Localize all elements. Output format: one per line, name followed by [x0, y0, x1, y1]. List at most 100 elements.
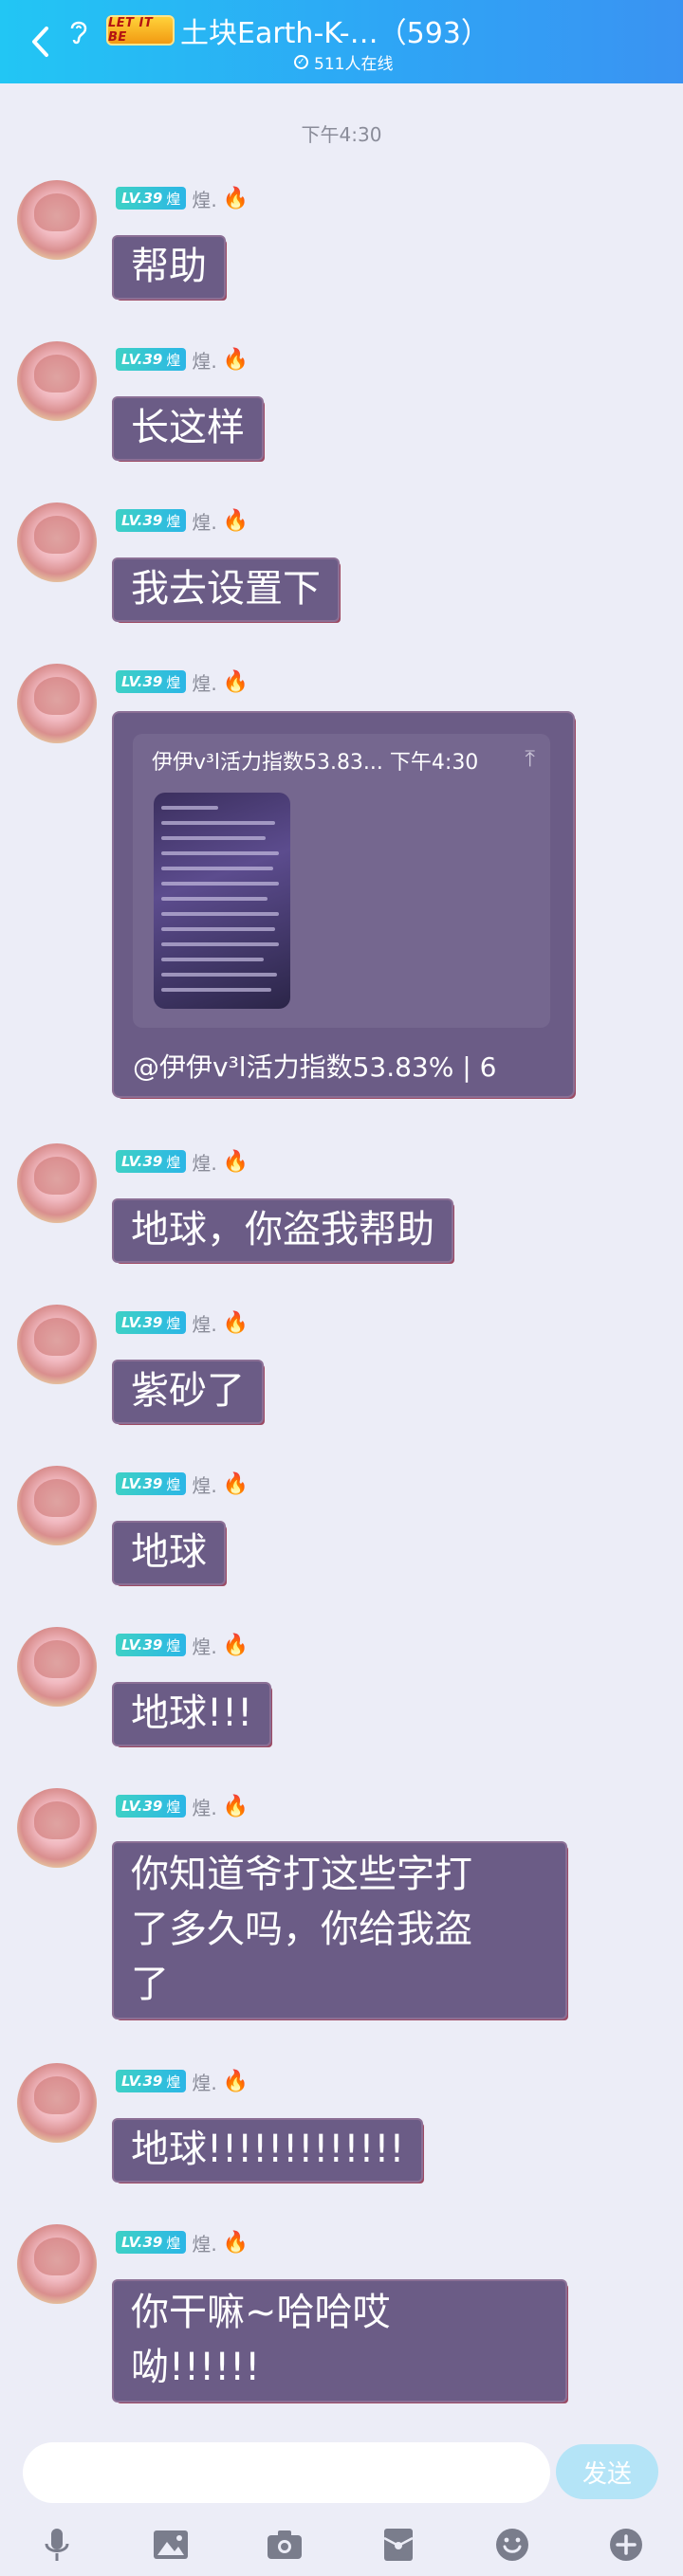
level-tag: 煌: [166, 512, 181, 530]
message-bubble[interactable]: 地球!!!: [114, 1684, 270, 1745]
avatar[interactable]: [17, 1627, 97, 1707]
sender-meta: LV.39 煌 煌. 🔥: [116, 506, 249, 535]
red-packet-icon[interactable]: [376, 2522, 421, 2567]
online-count: 511人在线: [314, 54, 394, 74]
level-text: LV.39: [121, 1314, 163, 1331]
sender-meta: LV.39 煌 煌. 🔥: [116, 1470, 249, 1498]
fire-icon: 🔥: [222, 2230, 249, 2255]
message-bubble[interactable]: 我去设置下: [114, 559, 338, 620]
sender-nick[interactable]: 煌.: [192, 346, 216, 374]
sender-meta: LV.39 煌 煌. 🔥: [116, 1308, 249, 1337]
sender-meta: LV.39 煌 煌. 🔥: [116, 2067, 249, 2095]
group-badge: LET IT BE: [106, 15, 175, 46]
avatar[interactable]: [17, 180, 97, 260]
fire-icon: 🔥: [222, 1633, 249, 1657]
fire-icon: 🔥: [222, 186, 249, 210]
fire-icon: 🔥: [222, 508, 249, 533]
ear-icon[interactable]: [68, 17, 93, 46]
input-toolbar: [0, 2514, 683, 2576]
avatar[interactable]: [17, 502, 97, 582]
avatar[interactable]: [17, 1788, 97, 1868]
level-tag: 煌: [166, 1153, 181, 1171]
avatar[interactable]: [17, 664, 97, 743]
sender-meta: LV.39 煌 煌. 🔥: [116, 1631, 249, 1659]
message-bubble[interactable]: 你干嘛~哈哈哎 呦!!!!!!: [114, 2281, 565, 2401]
avatar[interactable]: [17, 1143, 97, 1223]
level-badge: LV.39 煌: [116, 2231, 187, 2254]
fire-icon: 🔥: [222, 1310, 249, 1335]
message-line: 呦!!!!!!: [131, 2346, 261, 2389]
level-text: LV.39: [121, 673, 163, 690]
avatar[interactable]: [17, 2224, 97, 2304]
level-text: LV.39: [121, 1636, 163, 1653]
sender-nick[interactable]: 煌.: [192, 1309, 216, 1337]
avatar[interactable]: [17, 341, 97, 421]
sender-nick[interactable]: 煌.: [192, 1148, 216, 1176]
level-badge: LV.39 煌: [116, 187, 187, 210]
message-bubble[interactable]: 地球!!!!!!!!!!!!!: [114, 2120, 422, 2181]
level-tag: 煌: [166, 1636, 181, 1654]
reply-card-bubble[interactable]: 伊伊v³l活力指数53.83... 下午4:30 ⤒ @伊伊v³l活力指数53.…: [114, 713, 573, 1096]
fire-icon: 🔥: [222, 1471, 249, 1496]
fire-icon: 🔥: [222, 669, 249, 694]
level-tag: 煌: [166, 2234, 181, 2252]
message-bubble[interactable]: 地球: [114, 1523, 224, 1583]
message-input[interactable]: [23, 2442, 550, 2503]
level-badge: LV.39 煌: [116, 670, 187, 693]
level-badge: LV.39 煌: [116, 1634, 187, 1656]
level-text: LV.39: [121, 1798, 163, 1815]
fire-icon: 🔥: [222, 1149, 249, 1174]
sender-nick[interactable]: 煌.: [192, 1471, 216, 1498]
message-bubble[interactable]: 长这样: [114, 398, 262, 459]
level-tag: 煌: [166, 190, 181, 208]
level-badge: LV.39 煌: [116, 1795, 187, 1818]
level-tag: 煌: [166, 1475, 181, 1493]
chat-header: LET IT BE 土块Earth-K-…（593） ✓ 511人在线: [0, 0, 683, 83]
level-text: LV.39: [121, 1475, 163, 1492]
message-bubble[interactable]: 紫砂了: [114, 1361, 262, 1422]
sender-nick[interactable]: 煌.: [192, 668, 216, 696]
level-tag: 煌: [166, 1798, 181, 1816]
avatar[interactable]: [17, 1466, 97, 1545]
level-badge: LV.39 煌: [116, 1311, 187, 1334]
level-text: LV.39: [121, 512, 163, 529]
level-tag: 煌: [166, 673, 181, 691]
message-line: 你知道爷打这些字打: [131, 1853, 472, 1896]
emoji-icon[interactable]: [489, 2522, 535, 2567]
sender-nick[interactable]: 煌.: [192, 507, 216, 535]
sender-meta: LV.39 煌 煌. 🔥: [116, 2228, 249, 2256]
sender-meta: LV.39 煌 煌. 🔥: [116, 345, 249, 374]
back-button[interactable]: [21, 21, 59, 63]
sender-nick[interactable]: 煌.: [192, 2229, 216, 2256]
sender-nick[interactable]: 煌.: [192, 2068, 216, 2095]
pin-icon[interactable]: ⤒: [525, 745, 535, 772]
level-badge: LV.39 煌: [116, 1472, 187, 1495]
avatar[interactable]: [17, 2063, 97, 2143]
camera-icon[interactable]: [262, 2522, 307, 2567]
image-icon[interactable]: [148, 2522, 194, 2567]
level-tag: 煌: [166, 2073, 181, 2091]
message-bubble[interactable]: 你知道爷打这些字打 了多久吗，你给我盗 了: [114, 1843, 565, 2018]
sender-meta: LV.39 煌 煌. 🔥: [116, 184, 249, 212]
level-badge: LV.39 煌: [116, 348, 187, 371]
plus-icon[interactable]: [603, 2522, 649, 2567]
send-button[interactable]: 发送: [556, 2444, 658, 2499]
quoted-message[interactable]: 伊伊v³l活力指数53.83... 下午4:30 ⤒: [133, 734, 550, 1028]
quoted-header: 伊伊v³l活力指数53.83... 下午4:30: [152, 751, 479, 775]
sender-nick[interactable]: 煌.: [192, 1632, 216, 1659]
message-bubble[interactable]: 帮助: [114, 237, 224, 298]
level-text: LV.39: [121, 2234, 163, 2251]
screenshot-thumbnail[interactable]: [154, 793, 290, 1009]
level-tag: 煌: [166, 351, 181, 369]
sender-nick[interactable]: 煌.: [192, 185, 216, 212]
avatar[interactable]: [17, 1305, 97, 1384]
sender-meta: LV.39 煌 煌. 🔥: [116, 1147, 249, 1176]
microphone-icon[interactable]: [34, 2522, 80, 2567]
check-circle-icon: ✓: [294, 54, 308, 69]
group-title: 土块Earth-K-…（593）: [180, 17, 489, 50]
title-row[interactable]: LET IT BE 土块Earth-K-…（593）: [106, 11, 489, 50]
level-text: LV.39: [121, 190, 163, 207]
sender-nick[interactable]: 煌.: [192, 1793, 216, 1820]
message-bubble[interactable]: 地球，你盗我帮助: [114, 1200, 452, 1261]
fire-icon: 🔥: [222, 2069, 249, 2093]
